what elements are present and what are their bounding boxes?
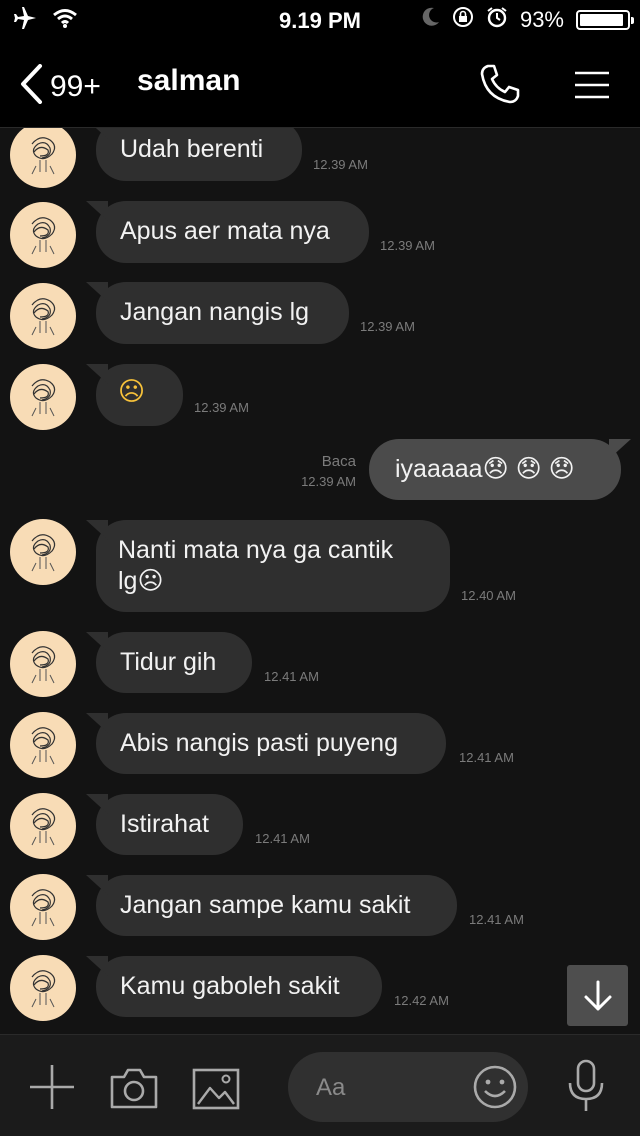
camera-button[interactable] [110, 1067, 158, 1114]
message-bubble[interactable]: Abis nangis pasti puyeng [96, 713, 446, 774]
avatar[interactable] [10, 793, 76, 859]
message-time: 12.41 AM [264, 669, 319, 684]
message-time: 12.39 AM [194, 400, 249, 415]
avatar-scribble-illustration [31, 646, 56, 684]
avatar-scribble-illustration [31, 379, 56, 417]
contact-name[interactable]: salman [137, 64, 240, 98]
plus-icon [30, 1065, 74, 1109]
avatar[interactable] [10, 364, 76, 430]
avatar-scribble-illustration [31, 808, 56, 846]
menu-button[interactable] [573, 70, 611, 105]
message-time: 12.42 AM [394, 993, 449, 1008]
message-list[interactable]: Udah berenti 12.39 AM Apus aer mata nya … [0, 128, 640, 1034]
add-button[interactable] [28, 1063, 76, 1116]
avatar-scribble-illustration [31, 217, 56, 255]
message-input-field[interactable] [288, 1052, 528, 1122]
alarm-icon [486, 6, 508, 34]
message-time: 12.39 AM [360, 319, 415, 334]
chat-header: 99+ salman [0, 40, 640, 128]
avatar-scribble-illustration [31, 970, 56, 1008]
message-bubble[interactable]: Nanti mata nya ga cantik lg☹ [96, 520, 450, 612]
message-bubble[interactable]: Kamu gaboleh sakit [96, 956, 382, 1017]
sad-face-emoji: ☹ [118, 377, 146, 407]
message-text: Tidur gih [120, 648, 217, 676]
smiley-icon [473, 1065, 517, 1109]
read-receipt: Baca 12.39 AM [270, 452, 356, 492]
avatar-scribble-illustration [31, 534, 56, 572]
message-bubble[interactable]: Jangan sampe kamu sakit [96, 875, 457, 936]
call-button[interactable] [478, 62, 522, 111]
chevron-left-icon [18, 64, 44, 109]
message-bubble[interactable]: ☹ [96, 364, 183, 426]
message-text: Udah berenti [120, 135, 264, 163]
avatar[interactable] [10, 202, 76, 268]
image-icon [192, 1068, 240, 1110]
message-bubble[interactable]: Istirahat [96, 794, 243, 855]
avatar[interactable] [10, 955, 76, 1021]
hamburger-icon [575, 71, 609, 99]
avatar[interactable] [10, 874, 76, 940]
avatar-scribble-illustration [31, 889, 56, 927]
battery-percent: 93% [519, 7, 564, 32]
message-time: 12.39 AM [313, 157, 368, 172]
avatar[interactable] [10, 631, 76, 697]
voice-button[interactable] [566, 1059, 606, 1118]
avatar[interactable] [10, 712, 76, 778]
message-bubble[interactable]: Jangan nangis lg [96, 282, 349, 344]
back-button[interactable]: 99+ [18, 64, 101, 109]
avatar[interactable] [10, 128, 76, 188]
message-bubble[interactable]: Apus aer mata nya [96, 201, 369, 263]
phone-icon [480, 64, 520, 104]
avatar-scribble-illustration [31, 298, 56, 336]
emoji-button[interactable] [472, 1064, 518, 1115]
status-bar: 9.19 PM 93% [0, 0, 640, 40]
avatar-scribble-illustration [31, 137, 56, 175]
message-time: 12.41 AM [459, 750, 514, 765]
moon-icon [422, 7, 440, 33]
message-time: 12.40 AM [461, 588, 516, 603]
message-text-line: Nanti mata nya ga cantik [118, 536, 394, 564]
message-bubble[interactable]: Tidur gih [96, 632, 252, 693]
message-text: Abis nangis pasti puyeng [120, 729, 398, 757]
message-input[interactable] [314, 1070, 468, 1106]
message-text: Apus aer mata nya [120, 217, 330, 245]
arrow-down-icon [584, 980, 611, 1010]
input-bar [0, 1034, 640, 1136]
message-bubble[interactable]: Udah berenti [96, 128, 302, 181]
message-text: Kamu gaboleh sakit [120, 972, 340, 1000]
message-text: Jangan nangis lg [120, 298, 310, 326]
message-text: Jangan sampe kamu sakit [120, 891, 411, 919]
read-status: Baca [321, 453, 356, 470]
message-text-line: lg☹ [118, 567, 164, 595]
message-time: 12.41 AM [255, 831, 310, 846]
message-text: Istirahat [120, 810, 209, 838]
gallery-button[interactable] [192, 1068, 240, 1115]
scroll-to-bottom-button[interactable] [567, 965, 628, 1026]
outgoing-message-bubble[interactable]: iyaaaaa😞 😞 😞 [369, 439, 621, 500]
message-text: iyaaaaa😞 😞 😞 [395, 455, 575, 483]
battery-icon [576, 10, 634, 30]
unread-count: 99+ [50, 69, 101, 103]
camera-icon [110, 1068, 158, 1109]
microphone-icon [568, 1059, 604, 1111]
message-time: 12.39 AM [380, 238, 435, 253]
rotation-lock-icon [452, 6, 474, 34]
message-time: 12.41 AM [469, 912, 524, 927]
message-time: 12.39 AM [301, 474, 356, 489]
avatar-scribble-illustration [31, 727, 56, 765]
avatar[interactable] [10, 283, 76, 349]
avatar[interactable] [10, 519, 76, 585]
